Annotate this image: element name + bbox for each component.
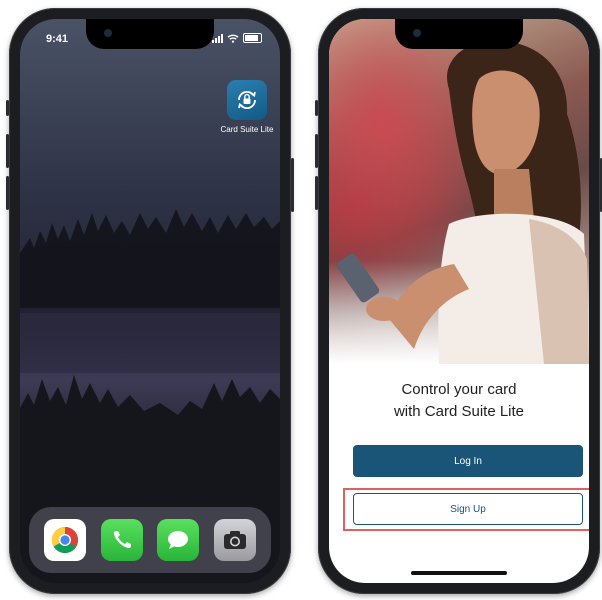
battery-icon xyxy=(243,33,262,43)
notch xyxy=(395,19,523,49)
app-card-suite-lite[interactable]: Card Suite Lite xyxy=(217,80,277,134)
login-button[interactable]: Log In xyxy=(353,445,583,477)
home-indicator[interactable] xyxy=(411,571,507,575)
messages-icon[interactable] xyxy=(157,519,200,561)
volume-down-button xyxy=(315,176,318,210)
silent-switch xyxy=(315,100,318,116)
hero-image xyxy=(329,19,589,364)
phone-home: 9:41 Card Suite Lite xyxy=(6,8,294,594)
phone-icon[interactable] xyxy=(100,519,143,561)
phone-app: Control your card with Card Suite Lite L… xyxy=(315,8,602,594)
status-icons xyxy=(212,33,262,43)
signup-button[interactable]: Sign Up xyxy=(353,493,583,525)
camera-icon[interactable] xyxy=(213,519,256,561)
volume-up-button xyxy=(6,134,9,168)
dock xyxy=(29,507,271,573)
signal-icon xyxy=(212,33,223,43)
status-bar: 9:41 xyxy=(20,19,280,55)
headline: Control your card with Card Suite Lite xyxy=(329,379,589,423)
status-time: 9:41 xyxy=(46,33,69,45)
lock-refresh-icon xyxy=(227,80,267,120)
app-screen: Control your card with Card Suite Lite L… xyxy=(329,19,589,583)
headline-line-2: with Card Suite Lite xyxy=(393,403,525,420)
app-label: Card Suite Lite xyxy=(220,125,274,134)
headline-line-1: Control your card xyxy=(401,381,517,398)
volume-up-button xyxy=(315,134,318,168)
volume-down-button xyxy=(6,176,9,210)
home-screen: 9:41 Card Suite Lite xyxy=(20,19,280,583)
silent-switch xyxy=(6,100,9,116)
power-button xyxy=(291,158,294,212)
wifi-icon xyxy=(227,34,239,43)
chrome-icon[interactable] xyxy=(44,519,87,561)
